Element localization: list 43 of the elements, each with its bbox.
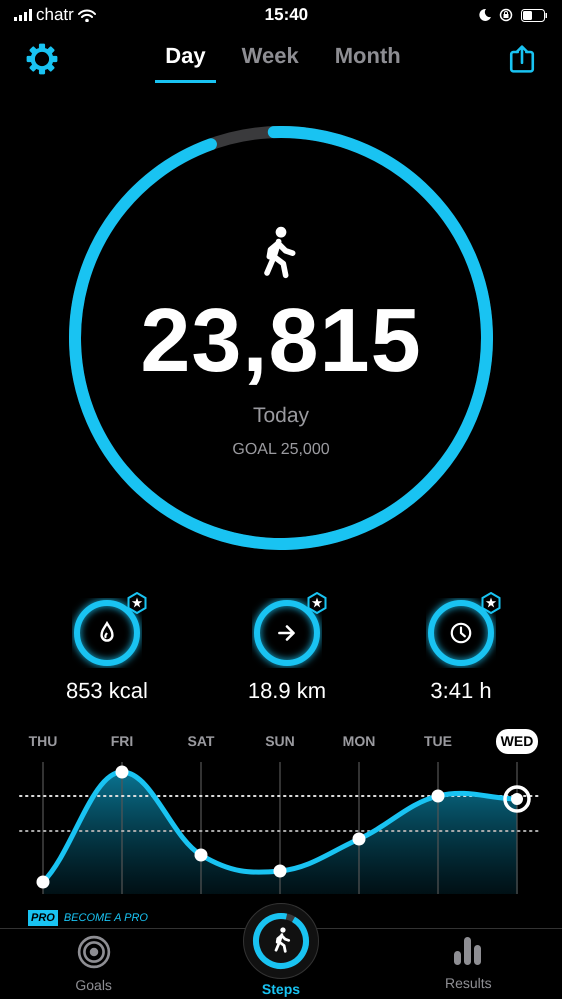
stat-value: 18.9 km [248, 677, 326, 705]
day-label[interactable]: THU [24, 729, 62, 754]
stat-ring [426, 598, 496, 668]
step-count: 23,815 [140, 296, 422, 386]
stat-ring [72, 598, 142, 668]
selected-data-point [503, 785, 531, 813]
carrier-name: chatr [36, 4, 74, 26]
day-label[interactable]: WED [496, 729, 538, 754]
day-label[interactable]: FRI [106, 729, 138, 754]
battery-icon [521, 8, 548, 22]
goal-label: GOAL 25,000 [232, 440, 330, 460]
star-badge-icon [306, 592, 328, 614]
period-label: Today [252, 403, 310, 430]
period-tab[interactable]: Week [232, 35, 309, 83]
data-point [116, 766, 128, 778]
status-time: 15:40 [264, 4, 308, 26]
rotation-lock-icon [499, 8, 513, 22]
become-pro-link[interactable]: PRO BECOME A PRO [28, 910, 148, 926]
day-label[interactable]: MON [338, 729, 380, 754]
data-point [194, 848, 208, 862]
star-badge-icon [126, 592, 148, 614]
settings-icon[interactable] [26, 43, 58, 75]
day-label[interactable]: TUE [419, 729, 457, 754]
tab-bar-item[interactable]: Results [408, 929, 528, 994]
day-label[interactable]: SAT [182, 729, 220, 754]
stat-value: 853 kcal [66, 677, 148, 705]
period-tab[interactable]: Month [324, 35, 411, 83]
wifi-icon [78, 8, 96, 22]
data-point [274, 864, 286, 878]
data-point [432, 790, 444, 802]
stat-ring [252, 598, 322, 668]
star-badge-icon [480, 592, 502, 614]
period-tab[interactable]: Day [155, 35, 216, 83]
moon-icon [477, 8, 491, 22]
target-icon [76, 935, 111, 969]
stat-value: 3:41 h [430, 677, 492, 705]
share-icon[interactable] [508, 44, 536, 74]
tab-bar-item[interactable]: Goals [34, 929, 154, 996]
clock-icon [448, 620, 474, 646]
signal-icon [14, 9, 32, 21]
data-point [352, 832, 366, 846]
day-label[interactable]: SUN [260, 729, 300, 754]
data-point [36, 876, 50, 888]
